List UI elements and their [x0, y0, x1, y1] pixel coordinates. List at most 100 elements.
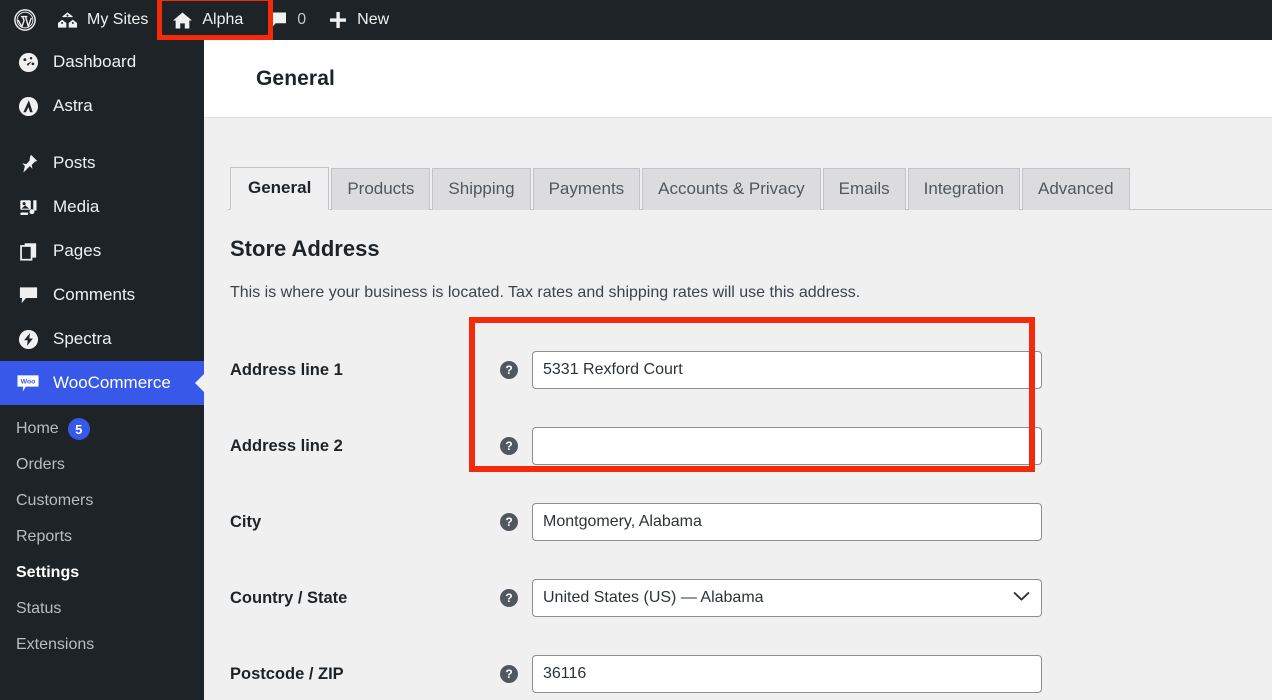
- field-row-address-line-1: Address line 1 ?: [230, 332, 1272, 408]
- help-tip-postcode-zip[interactable]: ?: [500, 665, 532, 683]
- sidebar-item-label: Spectra: [53, 329, 112, 348]
- country-state-selected-value: United States (US) — Alabama: [543, 589, 764, 606]
- country-state-select[interactable]: United States (US) — Alabama: [532, 579, 1042, 617]
- field-label: City: [230, 512, 262, 531]
- comments-menu[interactable]: 0: [257, 0, 317, 40]
- postcode-zip-input[interactable]: [532, 655, 1042, 693]
- help-tip-address-line-1[interactable]: ?: [500, 361, 532, 379]
- home-count-badge: 5: [67, 418, 90, 440]
- plus-icon: [328, 10, 348, 30]
- sidebar-item-dashboard[interactable]: Dashboard: [0, 40, 204, 84]
- submenu-item-label: Extensions: [16, 636, 95, 653]
- site-name-label: Alpha: [202, 11, 244, 28]
- sidebar-item-label: Dashboard: [53, 52, 137, 71]
- woocommerce-submenu: Home 5 Orders Customers Reports Settings…: [0, 405, 204, 671]
- submenu-item-home[interactable]: Home 5: [0, 411, 204, 447]
- site-name-menu[interactable]: Alpha: [159, 0, 258, 40]
- help-tip-address-line-2[interactable]: ?: [500, 437, 532, 455]
- sidebar-item-media[interactable]: Media: [0, 185, 204, 229]
- city-input[interactable]: [532, 503, 1042, 541]
- submenu-item-label: Settings: [16, 564, 80, 581]
- new-content-menu[interactable]: New: [317, 0, 400, 40]
- submenu-item-settings[interactable]: Settings: [0, 555, 204, 591]
- submenu-item-status[interactable]: Status: [0, 591, 204, 627]
- main-content: General General Products Shipping Paymen…: [204, 40, 1272, 700]
- settings-tabs-container: General Products Shipping Payments Accou…: [204, 118, 1272, 210]
- sidebar-item-label: Pages: [53, 241, 102, 260]
- section-heading: Store Address: [230, 236, 380, 261]
- dashboard-gauge-icon: [11, 52, 45, 73]
- comment-bubble-icon: [11, 285, 45, 305]
- page-header: General: [204, 40, 1272, 118]
- svg-text:Woo: Woo: [21, 378, 36, 385]
- my-sites-menu[interactable]: My Sites: [46, 0, 159, 40]
- tab-advanced[interactable]: Advanced: [1021, 168, 1130, 210]
- submenu-item-label: Orders: [16, 456, 65, 473]
- sidebar-item-comments[interactable]: Comments: [0, 273, 204, 317]
- wordpress-logo-icon: [14, 9, 36, 31]
- admin-bar: My Sites Alpha 0 New: [0, 0, 1272, 40]
- tab-label: Integration: [923, 179, 1004, 198]
- page-title: General: [256, 66, 335, 90]
- submenu-item-label: Home: [16, 420, 59, 437]
- woocommerce-logo-icon: Woo: [11, 373, 45, 394]
- sidebar-item-woocommerce[interactable]: Woo WooCommerce: [0, 361, 204, 405]
- tab-payments[interactable]: Payments: [532, 168, 641, 210]
- field-row-country-state: Country / State ? United States (US) — A…: [230, 560, 1272, 636]
- submenu-item-orders[interactable]: Orders: [0, 447, 204, 483]
- tab-label: General: [248, 178, 312, 197]
- section-description: This is where your business is located. …: [230, 284, 861, 301]
- sidebar-item-label: Posts: [53, 153, 96, 172]
- tab-label: Advanced: [1037, 179, 1114, 198]
- tab-label: Accounts & Privacy: [658, 179, 805, 198]
- tab-accounts-privacy[interactable]: Accounts & Privacy: [642, 168, 821, 210]
- home-icon: [172, 11, 193, 30]
- sidebar-item-label: Astra: [53, 96, 93, 115]
- help-question-icon: ?: [500, 513, 518, 531]
- sidebar-item-label: Media: [53, 197, 100, 216]
- wordpress-logo-button[interactable]: [0, 0, 46, 40]
- admin-sidebar: Dashboard Astra Posts Media Pages Commen…: [0, 40, 204, 700]
- field-label: Address line 2: [230, 436, 343, 455]
- my-sites-label: My Sites: [87, 11, 149, 28]
- help-tip-city[interactable]: ?: [500, 513, 532, 531]
- tab-emails[interactable]: Emails: [822, 168, 906, 210]
- tab-products[interactable]: Products: [331, 168, 431, 210]
- pin-icon: [11, 153, 45, 174]
- sidebar-separator: [0, 128, 204, 141]
- sites-buildings-icon: [57, 11, 78, 29]
- tab-shipping[interactable]: Shipping: [432, 168, 531, 210]
- media-icon: [11, 197, 45, 218]
- tab-label: Shipping: [448, 179, 515, 198]
- sidebar-item-astra[interactable]: Astra: [0, 84, 204, 128]
- sidebar-item-label: WooCommerce: [53, 373, 171, 392]
- submenu-item-customers[interactable]: Customers: [0, 483, 204, 519]
- tab-integration[interactable]: Integration: [907, 168, 1020, 210]
- help-question-icon: ?: [500, 361, 518, 379]
- pages-icon: [11, 241, 45, 262]
- astra-logo-icon: [11, 96, 45, 117]
- sidebar-item-spectra[interactable]: Spectra: [0, 317, 204, 361]
- help-question-icon: ?: [500, 665, 518, 683]
- help-question-icon: ?: [500, 437, 518, 455]
- sidebar-item-label: Comments: [53, 285, 136, 304]
- spectra-bolt-icon: [11, 329, 45, 350]
- tab-general[interactable]: General: [230, 167, 330, 210]
- submenu-item-reports[interactable]: Reports: [0, 519, 204, 555]
- tab-label: Products: [347, 179, 415, 198]
- submenu-item-extensions[interactable]: Extensions: [0, 627, 204, 663]
- field-row-address-line-2: Address line 2 ?: [230, 408, 1272, 484]
- comment-bubble-icon: [268, 11, 288, 30]
- field-label: Postcode / ZIP: [230, 664, 344, 683]
- submenu-item-label: Reports: [16, 528, 73, 545]
- sidebar-item-pages[interactable]: Pages: [0, 229, 204, 273]
- address-line-1-input[interactable]: [532, 351, 1042, 389]
- field-row-postcode-zip: Postcode / ZIP ?: [230, 636, 1272, 700]
- new-content-label: New: [357, 11, 390, 28]
- sidebar-item-posts[interactable]: Posts: [0, 141, 204, 185]
- field-label: Country / State: [230, 588, 348, 607]
- help-tip-country-state[interactable]: ?: [500, 589, 532, 607]
- tab-label: Payments: [548, 179, 625, 198]
- address-line-2-input[interactable]: [532, 427, 1042, 465]
- field-label: Address line 1: [230, 360, 343, 379]
